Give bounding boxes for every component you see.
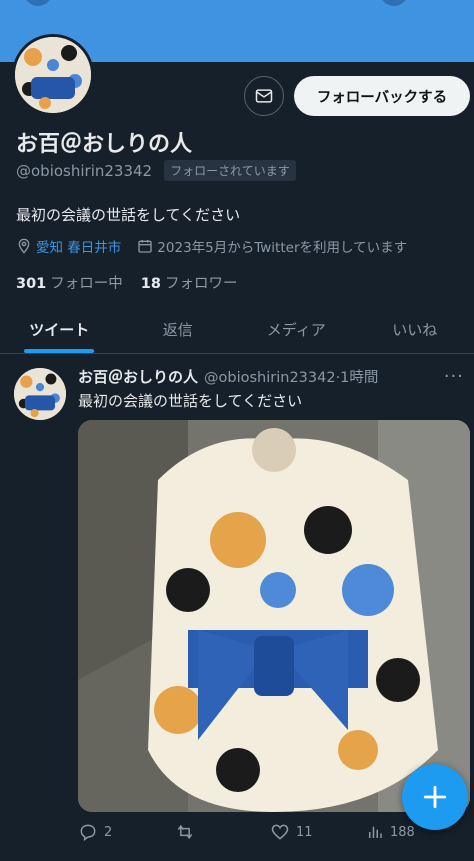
tweet-header: お百＠おしりの人 @obioshirin23342 ·1時間	[78, 366, 378, 387]
compose-tweet-button[interactable]	[402, 764, 468, 830]
following-label: フォロー中	[50, 276, 123, 292]
banner-decoration	[24, 0, 52, 6]
tab-media[interactable]: メディア	[237, 306, 356, 353]
heart-icon	[271, 824, 289, 840]
message-button[interactable]	[244, 76, 284, 116]
profile-bio: 最初の会議の世話をしてください	[16, 206, 241, 224]
tweet-media-photo[interactable]	[78, 420, 470, 812]
tweet-text: 最初の会議の世話をしてください	[78, 392, 303, 410]
retweet-button[interactable]	[174, 822, 270, 842]
more-options-icon[interactable]: ···	[444, 366, 464, 387]
profile-avatar[interactable]	[12, 34, 94, 116]
reply-button[interactable]: 2	[78, 822, 174, 842]
tab-tweets[interactable]: ツイート	[0, 306, 119, 353]
retweet-icon	[177, 824, 193, 840]
tweet-timestamp[interactable]: ·1時間	[336, 366, 379, 387]
profile-stats: 301 フォロー中 18 フォロワー	[16, 272, 237, 293]
profile-tabs: ツイート 返信 メディア いいね	[0, 306, 474, 354]
profile-handle-row: @obioshirin23342 フォローされています	[16, 160, 296, 181]
kimono-photo	[78, 420, 470, 812]
tab-likes[interactable]: いいね	[356, 306, 474, 353]
followers-link[interactable]: 18 フォロワー	[141, 272, 238, 293]
like-count: 11	[296, 824, 313, 840]
like-button[interactable]: 11	[270, 822, 366, 842]
tweet-actions: 2 11 188	[78, 822, 470, 842]
location-icon	[18, 238, 30, 254]
calendar-icon	[138, 240, 152, 253]
follow-back-button[interactable]: フォローバックする	[294, 76, 470, 116]
profile-joined-date: 2023年5月からTwitterを利用しています	[157, 240, 408, 256]
reply-count: 2	[104, 824, 113, 840]
followers-count: 18	[140, 276, 161, 292]
followers-label: フォロワー	[164, 276, 238, 292]
banner-decoration	[380, 0, 408, 6]
envelope-icon	[255, 89, 273, 103]
profile-display-name: お百＠おしりの人	[16, 132, 193, 157]
tweet-avatar[interactable]	[14, 368, 66, 420]
tab-replies[interactable]: 返信	[119, 306, 238, 353]
views-icon	[369, 826, 382, 838]
avatar-photo	[15, 37, 91, 113]
avatar-photo	[14, 368, 66, 420]
following-link[interactable]: 301 フォロー中	[16, 272, 123, 293]
reply-icon	[80, 824, 96, 841]
tweet-author-name[interactable]: お百＠おしりの人	[78, 366, 198, 387]
profile-location[interactable]: 愛知 春日井市	[36, 236, 121, 256]
view-count: 188	[390, 824, 415, 840]
profile-meta: 愛知 春日井市 2023年5月からTwitterを利用しています	[16, 236, 407, 256]
plus-icon	[423, 785, 447, 809]
following-count: 301	[16, 276, 47, 292]
profile-handle: @obioshirin23342	[16, 161, 153, 180]
tweet-author-handle: @obioshirin23342	[204, 370, 336, 386]
follows-you-badge: フォローされています	[164, 160, 296, 181]
